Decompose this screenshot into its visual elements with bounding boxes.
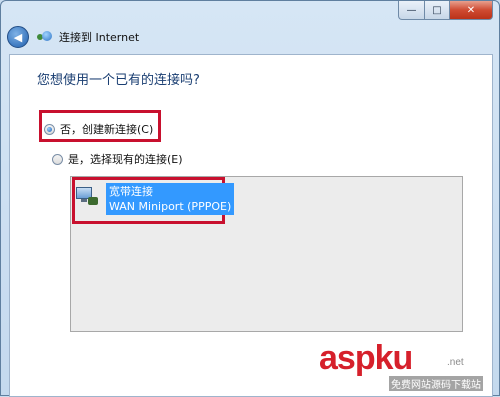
caption-buttons: — □ ✕ xyxy=(398,1,493,20)
back-button[interactable]: ◀ xyxy=(7,26,29,48)
connection-list-item[interactable]: 宽带连接 WAN Miniport (PPPOE) xyxy=(76,183,235,215)
radio-option-use-existing[interactable]: 是，选择现有的连接(E) xyxy=(52,151,183,167)
dialog-window: — □ ✕ ◀ 连接到 Internet 您想使用一个已有的连接吗? 否，创建新… xyxy=(0,0,500,397)
maximize-button[interactable]: □ xyxy=(425,1,450,20)
radio-unchecked-icon[interactable] xyxy=(52,153,63,165)
watermark-main-text: aspku xyxy=(319,339,413,377)
radio-option-label: 是，选择现有的连接(E) xyxy=(68,153,183,166)
network-icon xyxy=(37,31,53,43)
radio-option-label: 否，创建新连接(C) xyxy=(60,123,154,136)
radio-option-create-new[interactable]: 否，创建新连接(C) xyxy=(44,121,153,137)
page-question: 您想使用一个已有的连接吗? xyxy=(37,73,200,88)
connection-device: WAN Miniport (PPPOE) xyxy=(109,200,232,213)
watermark-sub-text: 免费网站源码下载站 xyxy=(389,376,483,391)
broadband-connection-icon xyxy=(76,187,100,209)
watermark-net-text: .net xyxy=(447,357,464,368)
minimize-button[interactable]: — xyxy=(398,1,425,20)
watermark-logo: aspku .net 免费网站源码下载站 xyxy=(319,339,483,391)
radio-checked-icon[interactable] xyxy=(44,123,55,135)
connection-name: 宽带连接 xyxy=(109,185,153,198)
close-button[interactable]: ✕ xyxy=(450,1,493,20)
back-arrow-icon: ◀ xyxy=(13,30,23,44)
title-bar: ◀ 连接到 Internet xyxy=(7,25,139,49)
window-title: 连接到 Internet xyxy=(59,31,140,44)
connection-label: 宽带连接 WAN Miniport (PPPOE) xyxy=(106,183,235,215)
content-area: 您想使用一个已有的连接吗? 否，创建新连接(C) 是，选择现有的连接(E) 宽带… xyxy=(9,54,493,397)
